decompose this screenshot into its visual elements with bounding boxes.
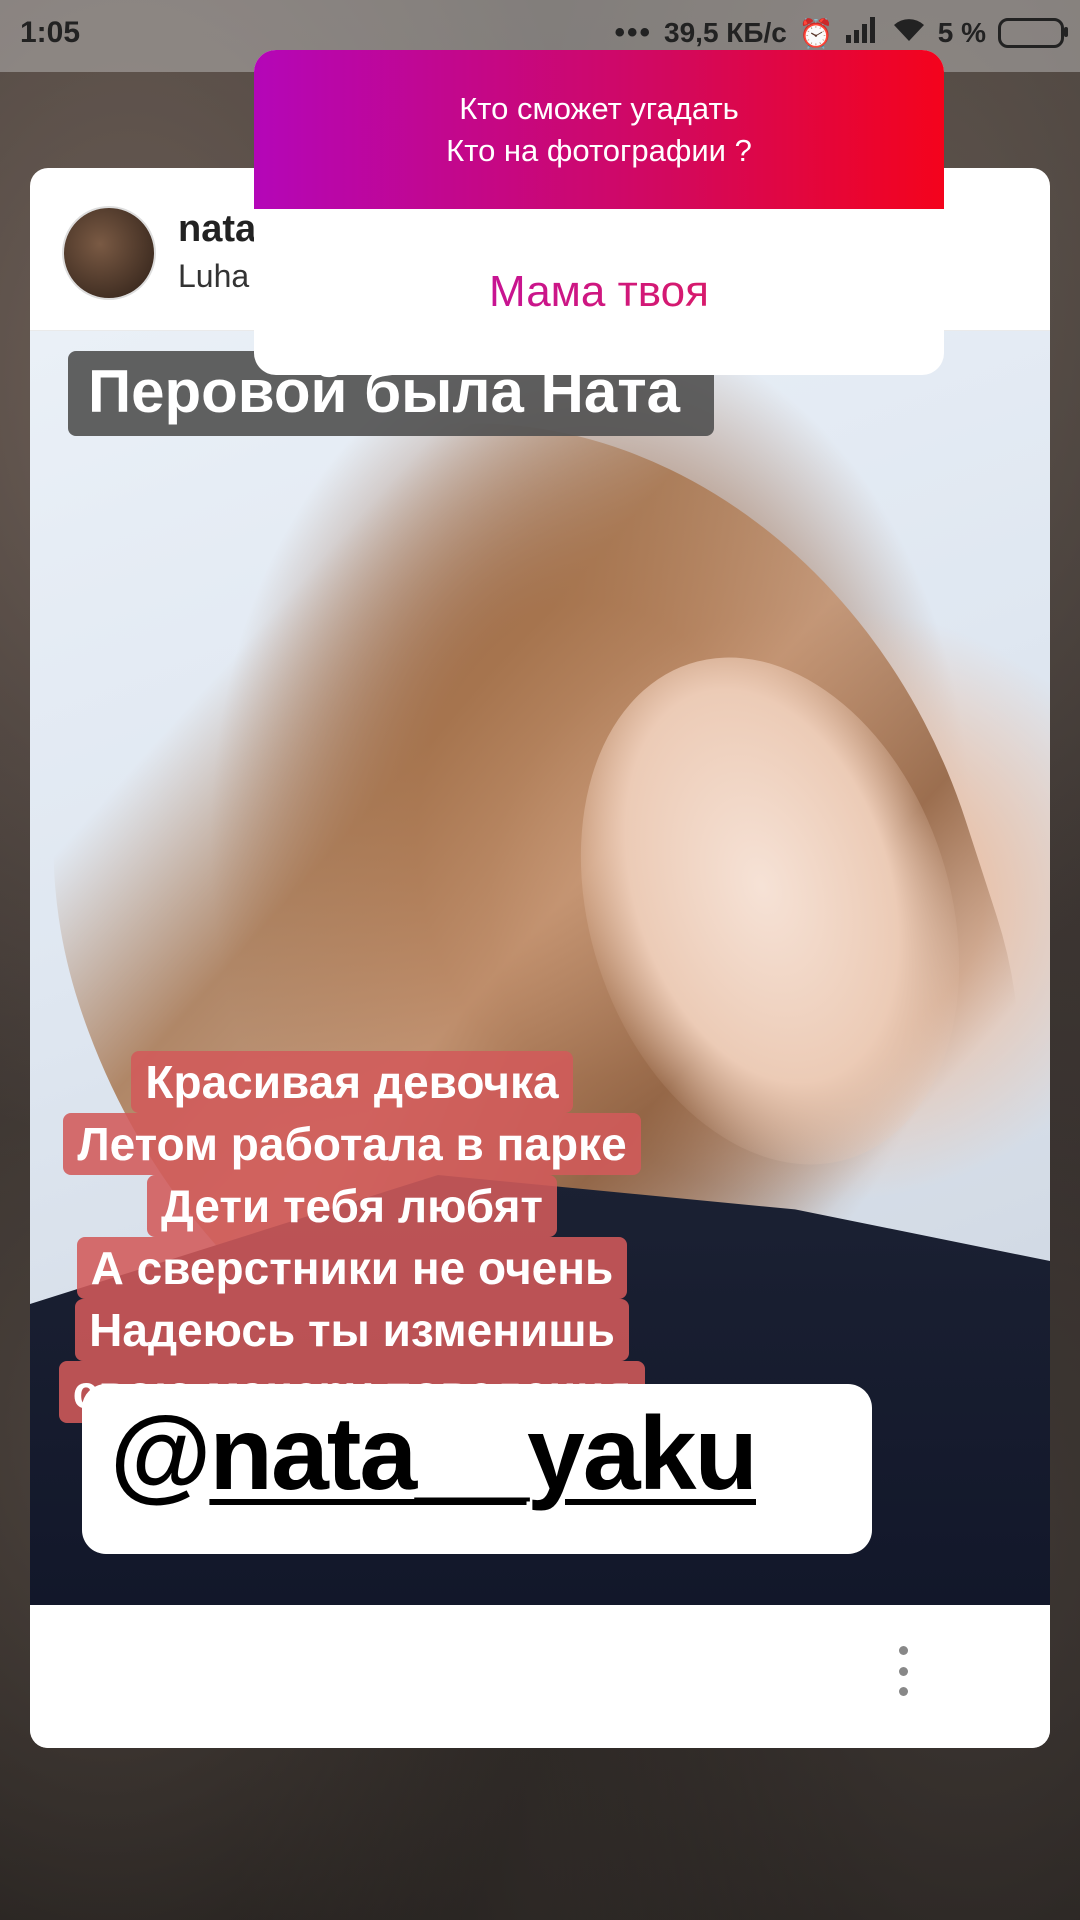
question-sticker[interactable]: Кто сможет угадать Кто на фотографии ? М… (254, 50, 944, 375)
post-location[interactable]: Luha (178, 258, 249, 295)
mention-at-sign: @ (110, 1396, 211, 1512)
signal-icon (845, 16, 880, 50)
mention-handle: nata__yaku (209, 1396, 758, 1512)
caption-line: А сверстники не очень (76, 1237, 628, 1299)
post-username[interactable]: nata (178, 208, 256, 251)
question-answer: Мама твоя (254, 209, 944, 375)
status-time: 1:05 (20, 16, 81, 49)
question-header: Кто сможет угадать Кто на фотографии ? (254, 50, 944, 209)
post-footer (30, 1606, 1050, 1748)
status-icons: ••• 39,5 КБ/с ⏰ 5 % (614, 16, 1068, 50)
question-line-2: Кто на фотографии ? (446, 132, 752, 168)
wifi-icon (892, 17, 926, 50)
caption-text-block: Красивая девочка Летом работала в парке … (52, 1051, 652, 1423)
avatar[interactable] (62, 206, 156, 300)
battery-icon (998, 18, 1068, 48)
question-line-1: Кто сможет угадать (459, 90, 739, 126)
caption-line: Летом работала в парке (63, 1113, 641, 1175)
battery-percent: 5 % (937, 17, 986, 48)
caption-line: Надеюсь ты изменишь (75, 1299, 629, 1361)
more-options-icon[interactable] (898, 1646, 908, 1696)
more-notifications-icon: ••• (614, 16, 653, 49)
alarm-icon: ⏰ (798, 17, 834, 49)
mention-sticker[interactable]: @nata__yaku (110, 1395, 758, 1514)
caption-line: Красивая девочка (131, 1051, 573, 1113)
network-speed: 39,5 КБ/с (664, 17, 787, 48)
caption-line: Дети тебя любят (147, 1175, 557, 1237)
